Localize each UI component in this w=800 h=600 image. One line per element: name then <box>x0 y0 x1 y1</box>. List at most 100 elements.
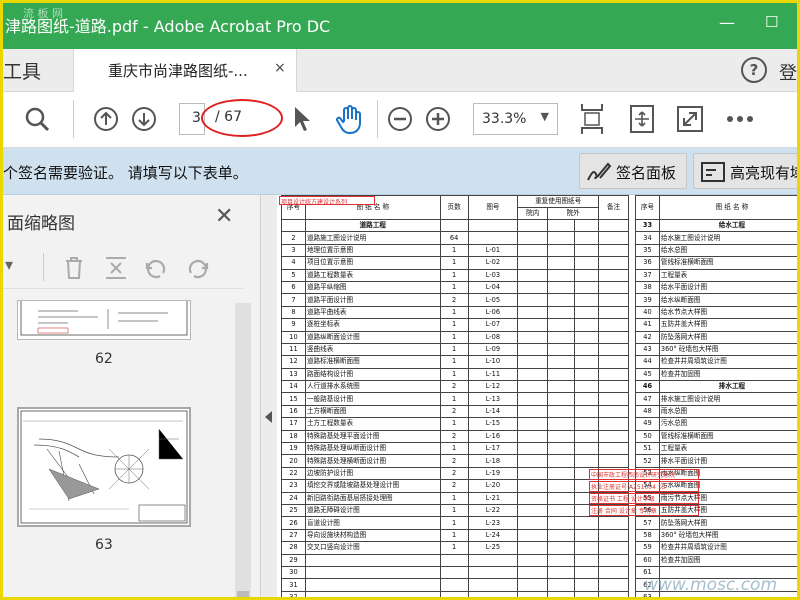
table-row: 17 土方工程数量表 1 L-15 <box>281 417 629 431</box>
fit-page-icon[interactable] <box>575 102 609 136</box>
table-cell: 检查井加固图 <box>658 553 797 567</box>
table-row: 19 特殊路基处理纵断面设计图 1 L-17 <box>281 442 629 456</box>
close-panel-icon[interactable]: ✕ <box>215 204 233 229</box>
document-view[interactable]: 序号 图 纸 名 称 页数 图号 重复使用图纸号 备注 院内 院外 道路工程 2… <box>277 195 797 597</box>
table-cell <box>547 392 576 406</box>
table-cell: 污水总图 <box>658 417 797 431</box>
table-cell: 12 <box>281 355 306 369</box>
table-cell: 49 <box>635 417 660 431</box>
table-cell: 15 <box>281 392 306 406</box>
table-cell <box>547 429 576 444</box>
table-cell <box>304 590 441 597</box>
extract-page-icon[interactable] <box>103 255 129 281</box>
scrollbar-thumb[interactable] <box>237 591 249 597</box>
table-cell: 2 <box>439 466 469 481</box>
highlight-fields-button[interactable]: 高亮现有域 <box>693 153 797 189</box>
table-cell <box>574 280 600 295</box>
table-cell: 35 <box>635 243 660 258</box>
table-cell: 道路无障碍设计图 <box>304 503 441 518</box>
table-cell: 14 <box>281 380 306 394</box>
table-cell: 1 <box>439 330 469 344</box>
table-cell <box>598 330 629 344</box>
panel-collapse-handle[interactable] <box>261 195 277 597</box>
table-cell <box>517 503 549 518</box>
table-cell: 4 <box>281 256 306 270</box>
table-cell <box>574 454 600 468</box>
table-cell: 9 <box>281 318 306 332</box>
col-header: 院内 <box>517 207 549 220</box>
table-cell <box>517 342 549 357</box>
sign-panel-button[interactable]: 签名面板 <box>579 153 687 189</box>
zoom-in-icon[interactable] <box>421 102 455 136</box>
table-row: 18 特殊路基处理平面设计图 2 L-16 <box>281 429 629 444</box>
hand-tool-icon[interactable] <box>333 102 367 136</box>
rotate-view-icon[interactable] <box>625 102 659 136</box>
table-cell: 42 <box>635 330 660 344</box>
sign-in-link[interactable]: 登 <box>779 59 797 85</box>
table-cell <box>547 516 576 530</box>
help-icon[interactable]: ? <box>741 57 767 83</box>
thumbnail-scrollbar[interactable] <box>235 303 251 597</box>
search-icon[interactable] <box>20 102 54 136</box>
table-cell: 38 <box>635 280 660 295</box>
select-cursor-icon[interactable] <box>285 102 319 136</box>
table-cell: 1 <box>439 256 469 270</box>
red-stamp-header: 项目设计统方建设计系列 <box>279 196 375 205</box>
collapse-arrow-icon <box>265 411 272 423</box>
table-cell: 33 <box>635 218 660 233</box>
zoom-select[interactable]: 33.3% ▼ <box>473 103 558 135</box>
table-cell: 1 <box>439 491 469 506</box>
table-cell: L-25 <box>467 541 519 555</box>
table-cell <box>598 392 629 406</box>
table-cell: 导向设施块材构造图 <box>304 528 441 543</box>
table-row: 60 检查井加固图 <box>635 553 797 567</box>
table-row: 59 检查井井周填筑设计图 <box>635 541 797 555</box>
signature-pen-icon <box>587 162 612 181</box>
table-cell <box>574 293 600 307</box>
table-row: 38 给水平面设计图 <box>635 280 797 295</box>
table-cell <box>547 578 576 592</box>
more-tools-icon[interactable] <box>723 102 757 136</box>
table-cell <box>598 516 629 530</box>
table-cell: 36 <box>635 256 660 270</box>
zoom-out-icon[interactable] <box>383 102 417 136</box>
table-cell <box>517 404 549 419</box>
tools-tab[interactable]: 工具 <box>3 57 41 84</box>
table-cell <box>574 541 600 555</box>
document-tab[interactable]: 重庆市尚津路图纸-... × <box>73 49 297 92</box>
chevron-down-icon: ▼ <box>540 110 549 123</box>
page-thumbnail-62[interactable] <box>17 296 191 340</box>
page-thumbnail-63[interactable] <box>17 407 191 527</box>
table-cell <box>574 268 600 282</box>
table-cell: L-11 <box>467 367 519 382</box>
table-cell: 2 <box>439 380 469 394</box>
table-row: 6 道路平纵缩图 1 L-04 <box>281 280 629 295</box>
table-row: 26 盲道设计图 1 L-23 <box>281 516 629 530</box>
thumbnail-panel: 面缩略图 ✕ ▾ 62 63 <box>3 195 261 597</box>
table-cell: 地理位置示意图 <box>304 243 441 258</box>
table-cell <box>517 256 549 270</box>
minimize-icon[interactable]: — <box>719 13 735 32</box>
table-cell: 3 <box>281 243 306 258</box>
table-cell: 48 <box>635 404 660 419</box>
table-cell: 给水纵断面图 <box>658 293 797 307</box>
rotate-left-icon[interactable] <box>143 255 169 281</box>
delete-page-icon[interactable] <box>61 255 87 281</box>
full-screen-icon[interactable] <box>673 102 707 136</box>
table-row: 22 边坡防护设计图 2 L-19 <box>281 466 629 481</box>
next-page-icon[interactable] <box>127 102 161 136</box>
title-bar: 流 板 网 津路图纸-道路.pdf - Adobe Acrobat Pro DC… <box>3 3 797 49</box>
table-row: 2 道路施工图设计说明 64 <box>281 231 629 245</box>
table-cell <box>517 491 549 506</box>
options-dropdown-icon[interactable]: ▾ <box>5 255 13 274</box>
close-tab-icon[interactable]: × <box>274 60 286 76</box>
rotate-right-icon[interactable] <box>185 255 211 281</box>
maximize-icon[interactable]: ☐ <box>765 13 778 31</box>
table-cell: 7 <box>281 293 306 307</box>
table-row: 47 排水施工图设计说明 <box>635 392 797 406</box>
table-cell: 1 <box>439 280 469 295</box>
table-cell: L-14 <box>467 404 519 419</box>
previous-page-icon[interactable] <box>89 102 123 136</box>
table-cell: 40 <box>635 305 660 320</box>
zoom-value: 33.3% <box>482 111 527 127</box>
